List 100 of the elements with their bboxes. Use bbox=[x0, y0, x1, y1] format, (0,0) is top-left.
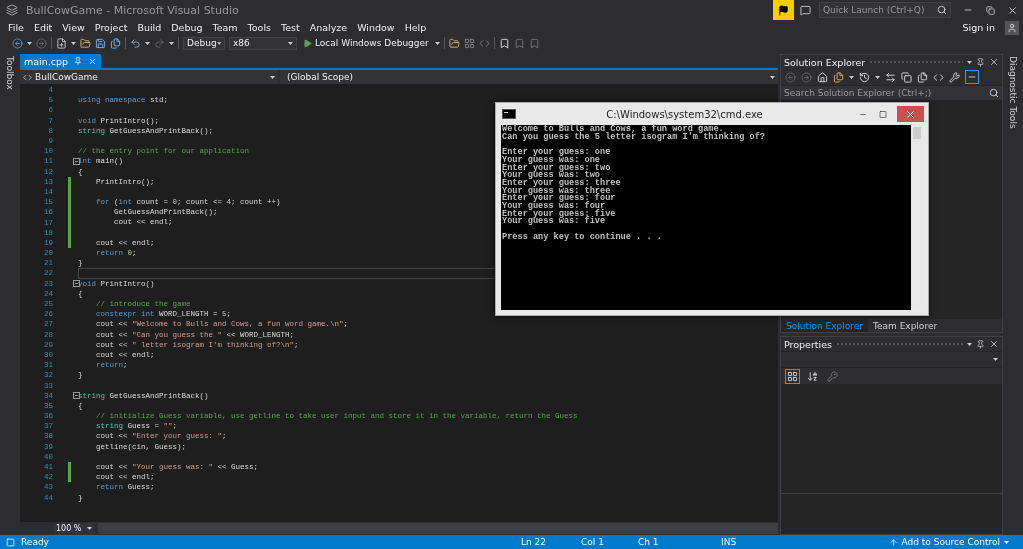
solution-search-field[interactable]: Search Solution Explorer (Ctrl+;) bbox=[781, 86, 1002, 100]
quick-launch-field[interactable]: Quick Launch (Ctrl+Q) bbox=[819, 2, 951, 18]
close-icon[interactable] bbox=[989, 57, 999, 67]
scope-dropdown[interactable]: (Global Scope) bbox=[280, 70, 778, 84]
notification-icon[interactable] bbox=[800, 4, 811, 16]
sort-icon bbox=[807, 370, 818, 382]
configuration-dropdown[interactable]: Debug bbox=[183, 36, 225, 50]
line-indicator: Ln 22 bbox=[521, 537, 548, 547]
close-icon[interactable] bbox=[989, 339, 999, 349]
menu-item[interactable]: Debug bbox=[166, 22, 208, 33]
menu-item[interactable]: Tools bbox=[242, 22, 276, 33]
caret-icon bbox=[1004, 540, 1009, 544]
insert-mode: INS bbox=[721, 537, 737, 547]
search-icon bbox=[937, 5, 947, 15]
collapse-icon[interactable] bbox=[73, 157, 80, 165]
maximize-icon bbox=[879, 109, 887, 119]
console-line: Your guess was: two bbox=[502, 172, 600, 180]
toolbox-tab[interactable]: Toolbox bbox=[5, 54, 15, 90]
code-icon[interactable] bbox=[933, 71, 944, 83]
caret-icon bbox=[875, 75, 880, 79]
caret-icon bbox=[993, 358, 998, 361]
arrow-up-icon bbox=[888, 537, 898, 547]
menu-item[interactable]: Help bbox=[399, 22, 432, 33]
restore-icon bbox=[985, 5, 995, 15]
play-icon bbox=[303, 38, 312, 48]
console-line: Can you guess the 5 letter isogram I'm thinking of? bbox=[502, 133, 765, 142]
caret-icon bbox=[770, 75, 775, 79]
undo-icon[interactable] bbox=[130, 37, 141, 49]
console-line: Your guess was: one bbox=[502, 156, 600, 165]
key-icon bbox=[827, 370, 838, 382]
bookmark-icon[interactable] bbox=[498, 37, 510, 49]
grid-icon[interactable] bbox=[463, 37, 475, 49]
start-debugger-button[interactable]: Local Windows Debugger bbox=[301, 38, 431, 48]
back-icon[interactable] bbox=[12, 37, 23, 49]
sign-in-link[interactable]: Sign in bbox=[962, 22, 995, 33]
source-control-button[interactable]: Add to Source Control bbox=[888, 537, 1009, 547]
account-icon[interactable] bbox=[1005, 20, 1019, 35]
collapse-icon[interactable] bbox=[73, 280, 80, 288]
caret-icon bbox=[145, 41, 150, 45]
pin-icon[interactable] bbox=[976, 57, 985, 67]
home-icon[interactable] bbox=[817, 71, 828, 83]
sync-icon[interactable] bbox=[885, 71, 896, 83]
column-indicator: Col 1 bbox=[581, 537, 605, 547]
categorized-button[interactable] bbox=[785, 368, 800, 384]
menu-item[interactable]: File bbox=[3, 22, 29, 33]
horizontal-scrollbar[interactable] bbox=[98, 523, 778, 534]
menu-item[interactable]: Window bbox=[352, 22, 400, 33]
caret-icon bbox=[288, 41, 293, 45]
diagnostic-tools-tab[interactable]: Diagnostic Tools bbox=[1008, 54, 1018, 129]
menu-item[interactable]: View bbox=[57, 22, 90, 33]
new-file-icon[interactable] bbox=[56, 37, 67, 49]
close-icon[interactable] bbox=[88, 56, 98, 66]
caret-icon bbox=[434, 41, 440, 45]
switch-views-icon[interactable] bbox=[833, 71, 844, 83]
platform-dropdown[interactable]: x86 bbox=[229, 36, 297, 50]
console-line: Press any key to continue . . . bbox=[502, 233, 662, 242]
pin-icon[interactable] bbox=[976, 339, 985, 349]
collapse-all-icon[interactable] bbox=[917, 71, 928, 83]
caret-icon bbox=[71, 41, 76, 45]
panel-tab[interactable]: Solution Explorer bbox=[781, 319, 868, 332]
folder-icon[interactable] bbox=[448, 37, 460, 49]
console-line: Your guess was: five bbox=[502, 218, 606, 227]
save-all-icon[interactable] bbox=[110, 37, 121, 49]
collapse-icon[interactable] bbox=[73, 392, 80, 400]
console-icon bbox=[502, 109, 516, 119]
caret-icon bbox=[270, 75, 275, 79]
close-icon bbox=[1006, 4, 1018, 16]
app-logo-icon bbox=[6, 4, 18, 16]
caret-icon bbox=[27, 41, 32, 45]
caret-icon bbox=[87, 527, 92, 530]
menu-item[interactable]: Test bbox=[276, 22, 305, 33]
char-indicator: Ch 1 bbox=[638, 537, 660, 547]
flag-icon bbox=[778, 4, 789, 16]
wrench-icon[interactable] bbox=[949, 71, 960, 83]
close-button[interactable] bbox=[897, 106, 924, 122]
file-tab[interactable]: main.cpp bbox=[20, 54, 102, 68]
menu-item[interactable]: Project bbox=[89, 22, 133, 33]
zoom-dropdown[interactable]: 100 % bbox=[54, 522, 94, 535]
caret-icon bbox=[967, 60, 972, 64]
save-icon[interactable] bbox=[95, 37, 106, 49]
menu-item[interactable]: Edit bbox=[28, 22, 58, 33]
search-icon bbox=[989, 88, 999, 98]
project-dropdown[interactable]: BullCowGame bbox=[20, 70, 278, 84]
open-folder-icon[interactable] bbox=[80, 37, 91, 49]
feedback-button[interactable] bbox=[773, 0, 794, 20]
panel-title: Properties bbox=[784, 338, 832, 350]
project-icon bbox=[23, 72, 32, 82]
menu-item[interactable]: Build bbox=[132, 22, 167, 33]
caret-icon bbox=[216, 41, 221, 45]
panel-tab[interactable]: Team Explorer bbox=[868, 319, 943, 332]
status-icon bbox=[6, 537, 15, 547]
preview-toggle-button[interactable] bbox=[965, 70, 979, 84]
caret-icon bbox=[967, 342, 972, 346]
menu-item[interactable]: Team bbox=[207, 22, 243, 33]
pin-icon[interactable] bbox=[74, 57, 83, 65]
copy-icon[interactable] bbox=[901, 71, 912, 83]
grid-icon bbox=[787, 370, 798, 382]
panel-title: Solution Explorer bbox=[784, 56, 866, 68]
menu-item[interactable]: Analyze bbox=[304, 22, 353, 33]
history-icon[interactable] bbox=[859, 71, 870, 83]
